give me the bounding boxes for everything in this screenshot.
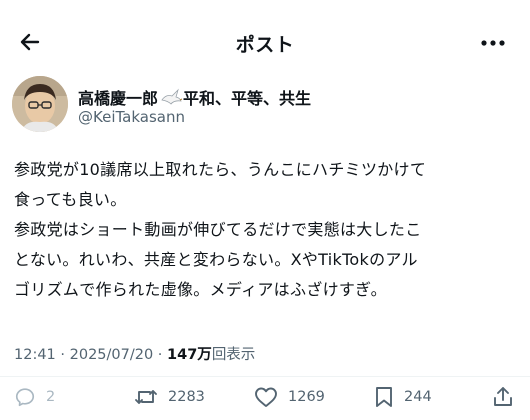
like-count: 1269 <box>288 389 325 405</box>
avatar-image <box>12 76 68 132</box>
like-button[interactable]: 1269 <box>254 386 325 408</box>
avatar[interactable] <box>12 76 68 132</box>
top-bar: ポスト <box>0 0 530 72</box>
page-title: ポスト <box>235 34 295 56</box>
author-name[interactable]: 高橋慶一郎 平和、平等、共生 <box>78 85 311 109</box>
author-section: 高橋慶一郎 平和、平等、共生 @KeiTakasann <box>0 72 530 142</box>
share-icon <box>494 387 512 406</box>
bookmark-count: 244 <box>404 389 432 405</box>
meta-separator: · <box>153 347 168 363</box>
tweet-meta: 12:41 · 2025/07/20 · 147万回表示 <box>14 343 255 364</box>
tweet-text: 参政党が10議席以上取れたら、うんこにハチミツかけて 食っても良い。 参政党はシ… <box>14 160 427 299</box>
more-dots-icon <box>481 40 505 46</box>
reply-button[interactable]: 2 <box>14 386 55 408</box>
repost-icon <box>135 390 157 404</box>
more-options-button[interactable] <box>478 28 508 58</box>
views-count: 147万 <box>167 347 212 363</box>
action-bar: 2 2283 1269 244 <box>0 380 530 420</box>
tweet-time[interactable]: 12:41 <box>14 347 56 363</box>
heart-icon <box>255 387 277 407</box>
repost-count: 2283 <box>168 389 205 405</box>
bookmark-icon <box>376 387 392 407</box>
author-name-part2: 平和、平等、共生 <box>183 89 312 108</box>
meta-separator: · <box>55 347 70 363</box>
bookmark-button[interactable]: 244 <box>374 386 432 408</box>
divider <box>0 376 530 377</box>
dove-icon <box>161 88 183 105</box>
author-handle[interactable]: @KeiTakasann <box>78 108 185 126</box>
views-label: 回表示 <box>211 347 256 363</box>
tweet-date[interactable]: 2025/07/20 <box>70 347 154 363</box>
share-button[interactable] <box>492 386 524 408</box>
author-name-part1: 高橋慶一郎 <box>78 89 159 108</box>
repost-button[interactable]: 2283 <box>134 386 205 408</box>
reply-bubble-icon <box>15 388 35 407</box>
reply-count: 2 <box>46 389 56 405</box>
